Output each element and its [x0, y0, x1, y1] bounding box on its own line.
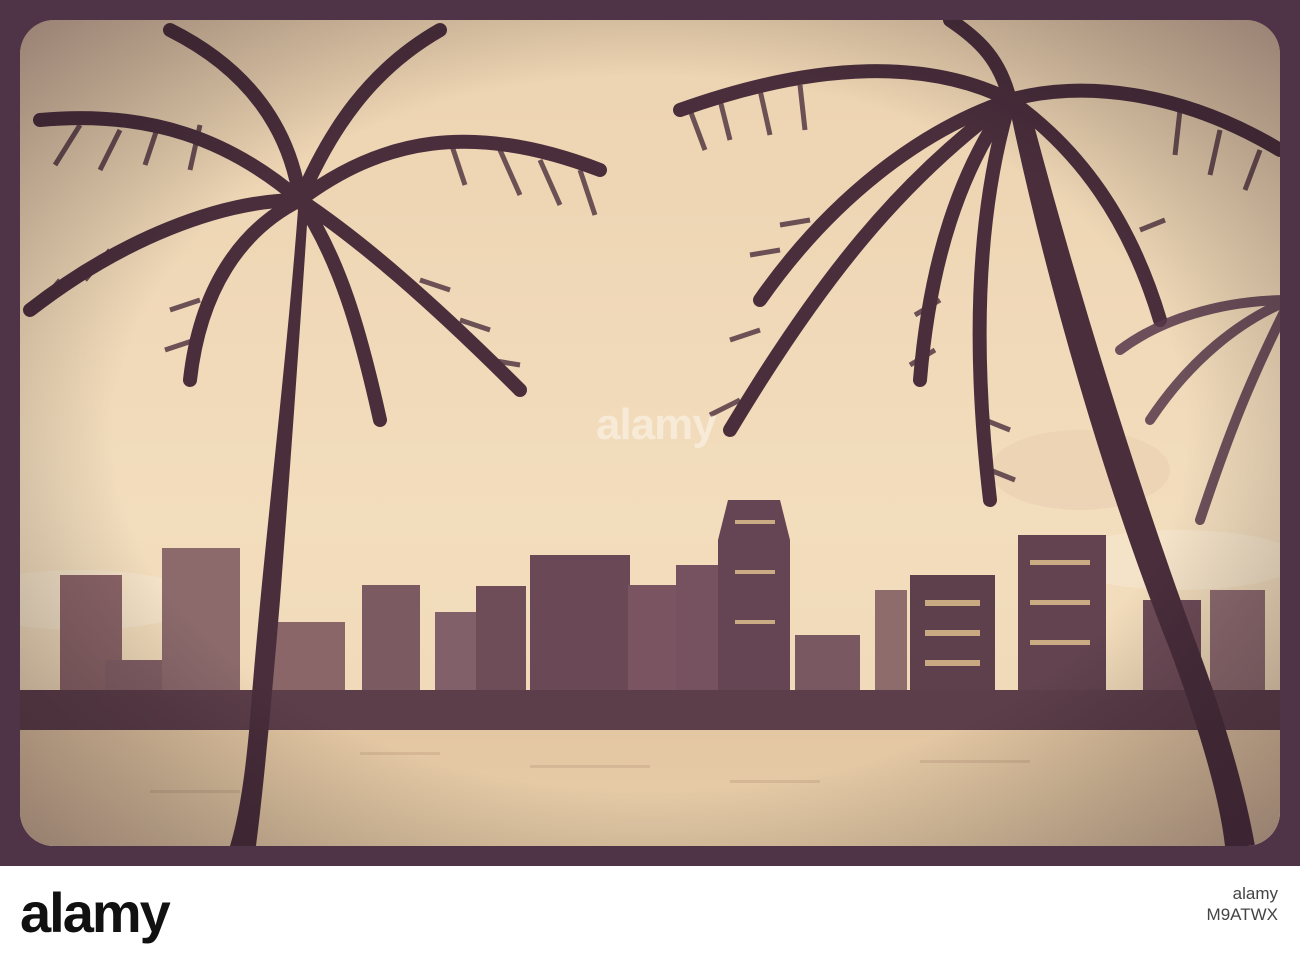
footer-info: alamy M9ATWX — [1207, 884, 1278, 926]
image-id: M9ATWX — [1206, 905, 1278, 924]
photo-watermark: alamy — [596, 400, 717, 449]
alamy-logo: alamy — [20, 881, 171, 944]
photo: alamy — [0, 0, 1300, 866]
brand-label: alamy — [1232, 884, 1278, 903]
footer-bar: alamy alamy M9ATWX — [0, 866, 1300, 956]
